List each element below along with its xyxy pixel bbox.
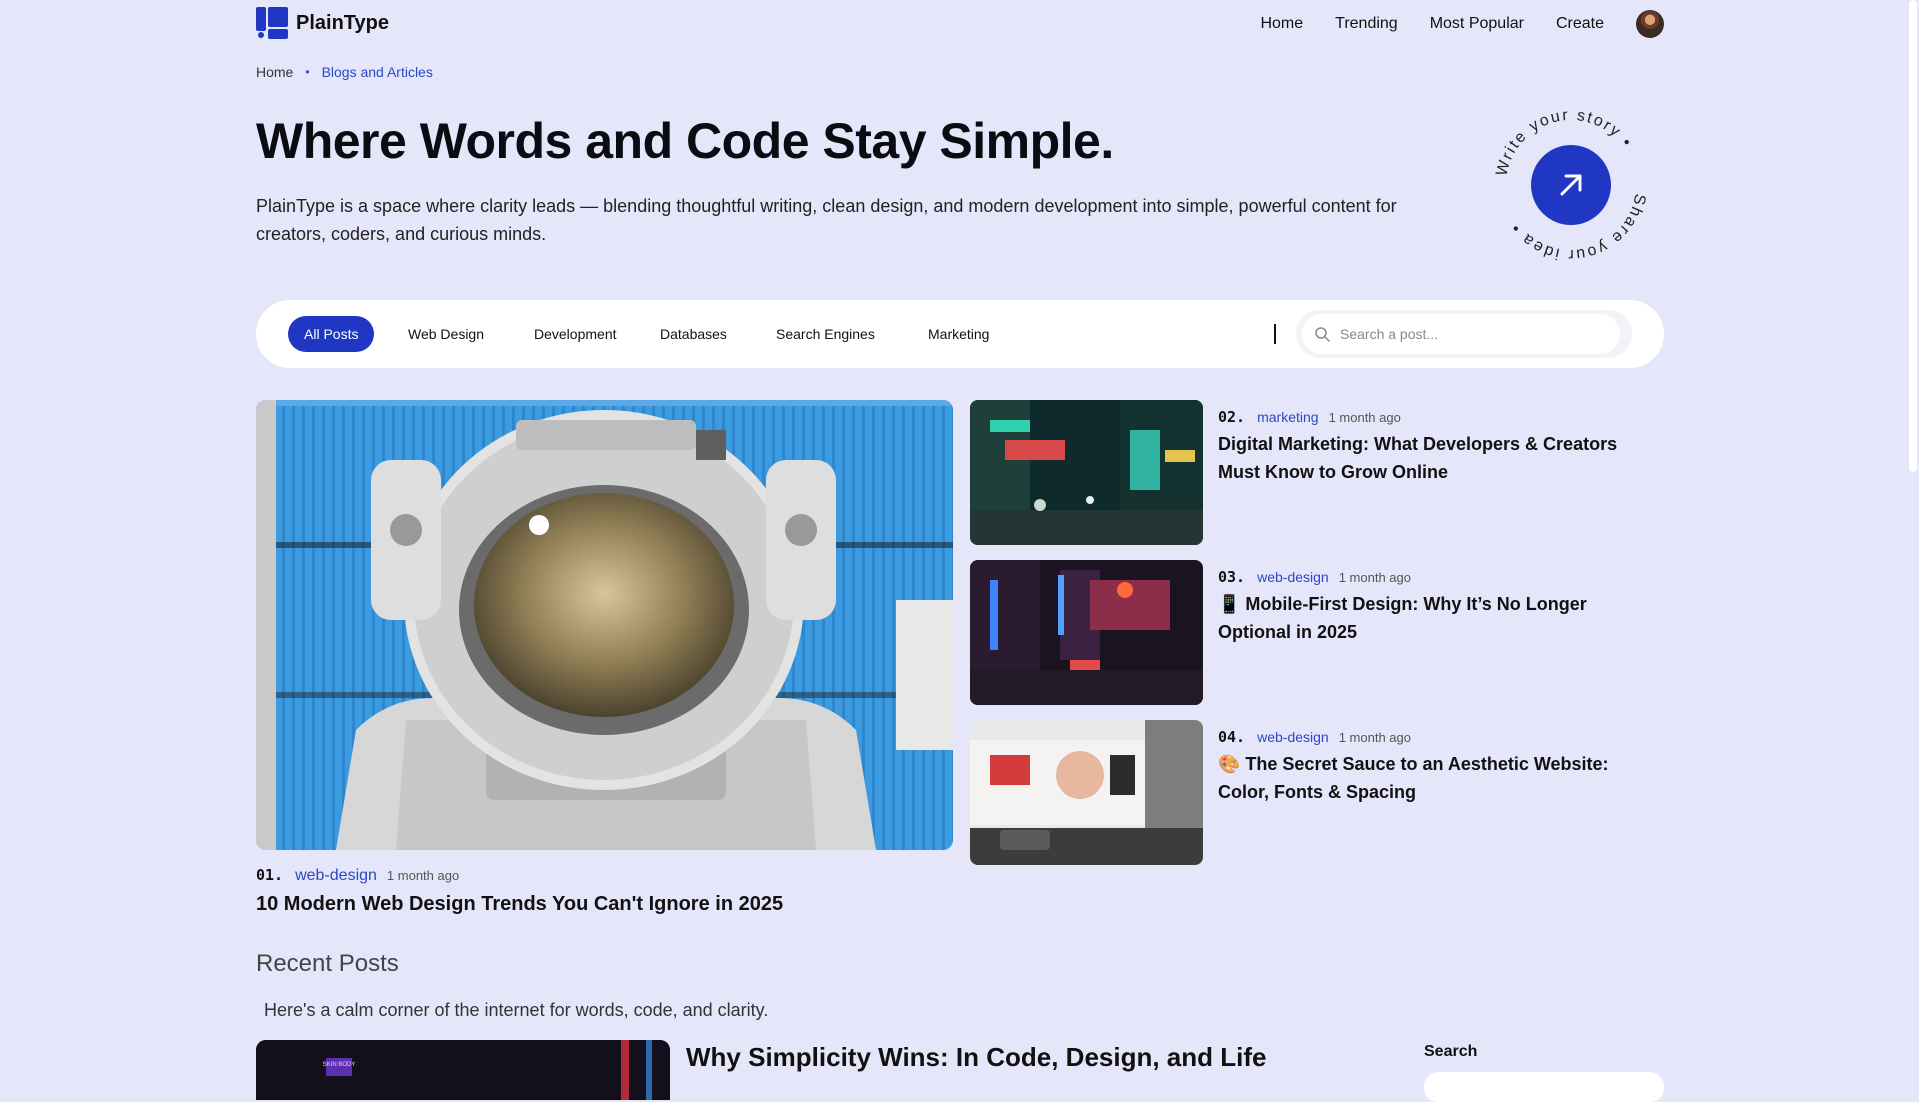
badge-arrow-button[interactable] <box>1531 145 1611 225</box>
breadcrumb: Home • Blogs and Articles <box>256 64 433 80</box>
image-sign-text: SKIN BODY <box>323 1062 356 1068</box>
astronaut-mural-image <box>256 400 953 850</box>
side-post-meta: 04. web-design 1 month ago <box>1218 728 1411 746</box>
nav-trending[interactable]: Trending <box>1335 15 1398 33</box>
category-filter-bar: All Posts Web Design Development Databas… <box>256 300 1664 368</box>
breadcrumb-current[interactable]: Blogs and Articles <box>322 64 433 80</box>
chip-all-posts[interactable]: All Posts <box>288 316 375 352</box>
scrollbar-thumb[interactable] <box>1909 0 1917 472</box>
scrollbar[interactable] <box>1907 0 1919 1079</box>
chip-search-engines[interactable]: Search Engines <box>760 316 891 352</box>
post-number: 02. <box>1218 408 1246 426</box>
user-avatar[interactable] <box>1636 10 1664 38</box>
post-time: 1 month ago <box>1338 730 1411 745</box>
chip-marketing[interactable]: Marketing <box>912 316 1005 352</box>
recent-post-title[interactable]: Why Simplicity Wins: In Code, Design, an… <box>686 1042 1266 1073</box>
text-cursor <box>1274 324 1276 344</box>
city-night-image <box>970 560 1203 705</box>
post-category[interactable]: web-design <box>295 867 377 885</box>
hero-description: PlainType is a space where clarity leads… <box>256 196 1397 244</box>
post-time: 1 month ago <box>1338 570 1411 585</box>
brand-name: PlainType <box>296 11 389 34</box>
top-header: PlainType Home Trending Most Popular Cre… <box>256 0 1664 50</box>
post-category[interactable]: web-design <box>1257 729 1329 745</box>
side-post-meta: 02. marketing 1 month ago <box>1218 408 1401 426</box>
breadcrumb-separator: • <box>305 65 310 79</box>
side-post-thumbnail[interactable] <box>970 560 1203 705</box>
street-mural-image <box>970 720 1203 865</box>
plaintype-logo-icon <box>256 7 288 39</box>
post-number: 03. <box>1218 568 1246 586</box>
logo[interactable]: PlainType <box>256 7 389 39</box>
post-category[interactable]: web-design <box>1257 569 1329 585</box>
featured-meta: 01. web-design 1 month ago <box>256 866 459 885</box>
search-input[interactable] <box>1302 314 1620 354</box>
breadcrumb-home[interactable]: Home <box>256 64 293 80</box>
write-story-badge[interactable]: Write your story • Share your idea • <box>1476 90 1666 280</box>
featured-post-image[interactable] <box>256 400 953 850</box>
neon-street-image <box>970 400 1203 545</box>
nav-most-popular[interactable]: Most Popular <box>1430 15 1524 33</box>
nav-home[interactable]: Home <box>1260 15 1303 33</box>
search-icon <box>1315 327 1330 342</box>
page-title: Where Words and Code Stay Simple. <box>256 113 1114 169</box>
sidebar-search-input[interactable] <box>1424 1072 1664 1102</box>
side-post-thumbnail[interactable] <box>970 720 1203 865</box>
side-post-meta: 03. web-design 1 month ago <box>1218 568 1411 586</box>
dark-street-image: SKIN BODY <box>256 1040 670 1100</box>
chip-web-design[interactable]: Web Design <box>392 316 500 352</box>
sidebar-search-label: Search <box>1424 1043 1478 1060</box>
chip-databases[interactable]: Databases <box>644 316 743 352</box>
arrow-up-right-icon <box>1560 174 1582 196</box>
post-number: 04. <box>1218 728 1246 746</box>
side-post-title[interactable]: 📱 Mobile-First Design: Why It’s No Longe… <box>1218 590 1658 646</box>
side-post-title[interactable]: Digital Marketing: What Developers & Cre… <box>1218 430 1658 486</box>
side-post-thumbnail[interactable] <box>970 400 1203 545</box>
recent-posts-subtitle: Here's a calm corner of the internet for… <box>264 1000 769 1020</box>
post-category[interactable]: marketing <box>1257 409 1318 425</box>
nav-create[interactable]: Create <box>1556 15 1604 33</box>
recent-posts-heading: Recent Posts <box>256 950 399 977</box>
main-nav: Home Trending Most Popular Create <box>1228 10 1664 38</box>
recent-post-image[interactable]: SKIN BODY <box>256 1040 670 1100</box>
side-post-title[interactable]: 🎨 The Secret Sauce to an Aesthetic Websi… <box>1218 750 1658 806</box>
featured-post-title[interactable]: 10 Modern Web Design Trends You Can't Ig… <box>256 890 783 918</box>
post-time: 1 month ago <box>386 868 460 883</box>
post-time: 1 month ago <box>1328 410 1401 425</box>
post-number: 01. <box>256 866 284 884</box>
chip-development[interactable]: Development <box>518 316 633 352</box>
search-container <box>1296 310 1632 358</box>
